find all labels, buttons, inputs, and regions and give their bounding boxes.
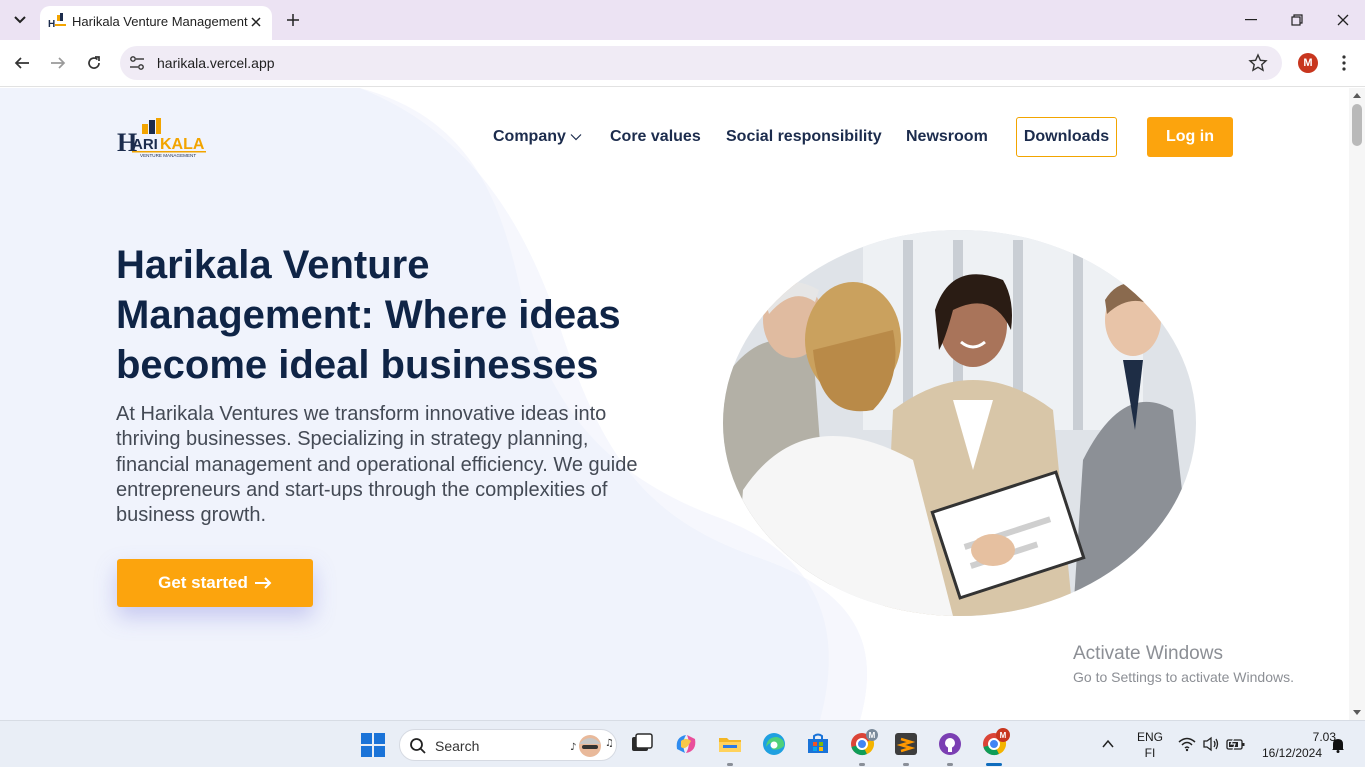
get-started-label: Get started (158, 573, 248, 592)
minimize-icon (1245, 19, 1257, 21)
copilot-icon[interactable] (673, 731, 699, 757)
battery-icon[interactable] (1226, 736, 1246, 752)
nav-newsroom[interactable]: Newsroom (906, 128, 988, 146)
chrome-profile-badge: M (866, 729, 878, 741)
clock-time[interactable]: 7.03 (1286, 730, 1336, 744)
get-started-button[interactable]: Get started (117, 559, 313, 607)
bookmark-star-icon[interactable] (1248, 53, 1268, 73)
address-bar[interactable]: harikala.vercel.app (120, 46, 1282, 80)
svg-text:♫: ♫ (605, 738, 614, 749)
edge-browser-icon[interactable] (761, 731, 787, 757)
search-icon (410, 738, 426, 754)
file-explorer-icon[interactable] (717, 731, 743, 757)
sublime-running-indicator (903, 763, 909, 766)
svg-text:ARI: ARI (132, 136, 158, 153)
task-view-icon[interactable] (629, 731, 655, 757)
language-indicator-top[interactable]: ENG (1135, 730, 1165, 744)
scrollbar-thumb[interactable] (1352, 104, 1362, 146)
minimize-button[interactable] (1239, 8, 1263, 32)
taskbar-search[interactable]: Search ♪ ♫ (399, 729, 617, 761)
url-text: harikala.vercel.app (157, 55, 275, 71)
chevron-down-icon (570, 134, 582, 141)
windows-taskbar: Search ♪ ♫ M M ENG FI 7.03 16/12/2024 (0, 720, 1365, 767)
microsoft-store-icon[interactable] (805, 731, 831, 757)
tab-search-button[interactable] (8, 8, 32, 32)
clock-date[interactable]: 16/12/2024 (1256, 746, 1328, 760)
back-button[interactable] (9, 50, 35, 76)
github-running-indicator (947, 763, 953, 766)
arrow-right-icon (254, 577, 272, 589)
explorer-running-indicator (727, 763, 733, 766)
scroll-up-arrow-icon[interactable] (1353, 92, 1361, 100)
forward-button[interactable] (45, 50, 71, 76)
wifi-icon[interactable] (1178, 736, 1196, 752)
more-vertical-icon (1342, 55, 1346, 71)
windows-start-icon[interactable] (361, 733, 385, 757)
active-tab[interactable]: H Harikala Venture Management (40, 6, 272, 40)
arrow-right-icon (51, 57, 66, 69)
harikala-logo[interactable]: H ARI KALA VENTURE MANAGEMENT (116, 118, 208, 158)
arrow-left-icon (14, 57, 29, 69)
scroll-down-arrow-icon[interactable] (1353, 708, 1361, 716)
close-window-button[interactable] (1331, 8, 1355, 32)
close-icon (1337, 14, 1349, 26)
nav-company-label: Company (493, 128, 566, 145)
svg-text:♪: ♪ (570, 742, 576, 753)
notification-bell-icon[interactable] (1331, 737, 1345, 753)
plus-icon (287, 14, 299, 26)
browser-titlebar: H Harikala Venture Management (0, 0, 1365, 40)
login-button[interactable]: Log in (1147, 117, 1233, 157)
new-tab-button[interactable] (282, 8, 304, 32)
site-settings-icon[interactable] (128, 54, 146, 72)
github-desktop-icon[interactable] (937, 731, 963, 757)
svg-text:VENTURE MANAGEMENT: VENTURE MANAGEMENT (140, 153, 196, 158)
nav-social-responsibility[interactable]: Social responsibility (726, 128, 882, 146)
close-tab-button[interactable] (246, 12, 266, 32)
restore-icon (1291, 14, 1303, 26)
chevron-down-icon (14, 16, 26, 24)
activate-windows-subtitle: Go to Settings to activate Windows. (1073, 669, 1294, 685)
language-indicator-bottom[interactable]: FI (1135, 746, 1165, 760)
reload-button[interactable] (81, 50, 107, 76)
nav-core-values[interactable]: Core values (610, 128, 701, 146)
site-favicon-icon: H (48, 13, 66, 29)
chrome-active-indicator (986, 763, 1002, 766)
restore-button[interactable] (1285, 8, 1309, 32)
svg-text:H: H (48, 19, 55, 29)
hero-description: At Harikala Ventures we transform innova… (116, 403, 638, 527)
page-scrollbar[interactable] (1349, 88, 1365, 720)
page-viewport: H ARI KALA VENTURE MANAGEMENT Company Co… (0, 88, 1349, 720)
svg-text:KALA: KALA (160, 136, 205, 153)
chrome-active-badge: M (996, 728, 1010, 742)
tab-title: Harikala Venture Management (72, 14, 248, 29)
hero-title: Harikala Venture Management: Where ideas… (116, 243, 621, 387)
taskbar-search-label: Search (435, 738, 480, 754)
activate-windows-title: Activate Windows (1073, 643, 1223, 664)
show-hidden-icons-chevron-up-icon[interactable] (1101, 737, 1115, 751)
profile-avatar[interactable]: M (1298, 53, 1318, 73)
hero-team-photo (723, 230, 1196, 616)
sublime-text-icon[interactable] (893, 731, 919, 757)
business-team-illustration (723, 230, 1196, 616)
reload-icon (88, 56, 100, 69)
volume-icon[interactable] (1202, 736, 1220, 752)
activate-windows-watermark: Activate Windows Go to Settings to activ… (1073, 643, 1294, 685)
downloads-button[interactable]: Downloads (1016, 117, 1117, 157)
browser-toolbar: harikala.vercel.app M (0, 40, 1365, 87)
nav-company[interactable]: Company (493, 128, 582, 146)
search-highlight-art-icon: ♪ ♫ (570, 735, 614, 757)
browser-menu-button[interactable] (1334, 52, 1354, 74)
close-icon (251, 17, 261, 27)
chrome-running-indicator (859, 763, 865, 766)
harikala-logo-mark: H ARI KALA VENTURE MANAGEMENT (117, 118, 206, 158)
